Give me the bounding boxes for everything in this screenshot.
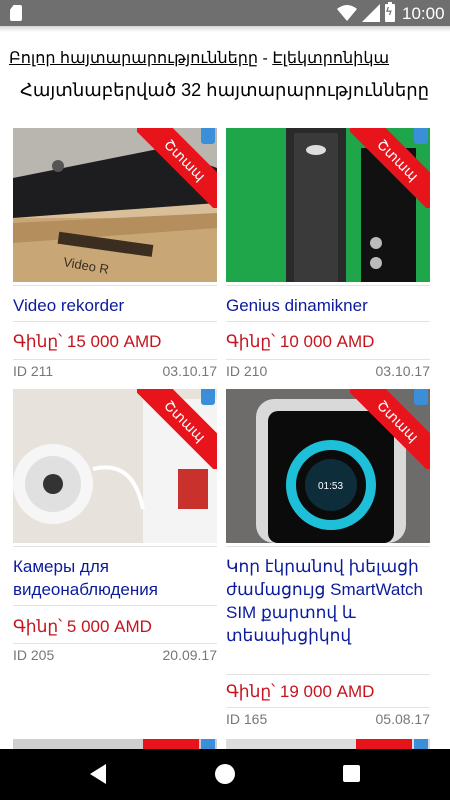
listing-grid: Video R Շտապ Video rekorder Գինը՝ 15 000…	[0, 0, 450, 800]
svg-text:01:53: 01:53	[318, 481, 343, 492]
listing-title[interactable]: Video rekorder	[13, 294, 217, 317]
listing-card[interactable]	[13, 739, 217, 749]
listing-card[interactable]: Շտապ Genius dinamikner Գինը՝ 10 000 AMD …	[226, 128, 430, 388]
listing-title[interactable]: Genius dinamikner	[226, 294, 430, 317]
recent-apps-icon[interactable]	[343, 765, 360, 782]
speaker-photo[interactable]: Շտապ	[226, 128, 430, 282]
urgent-ribbon: Շտապ	[137, 389, 217, 469]
listing-date: 03.10.17	[162, 363, 218, 379]
back-icon[interactable]	[90, 764, 106, 784]
smartwatch-photo[interactable]: 01:53 Շտապ	[226, 389, 430, 543]
listing-date: 05.08.17	[375, 711, 431, 727]
video-recorder-photo[interactable]: Video R Շտապ	[13, 128, 217, 282]
urgent-ribbon: Շտապ	[350, 128, 430, 208]
listing-price: Գինը՝ 5 000 AMD	[13, 617, 152, 636]
listing-title[interactable]: Կոր էկրանով խելացի ժամացույց SmartWatch …	[226, 555, 430, 647]
listing-card[interactable]: Շտապ Камеры для видеонаблюдения Գինը՝ 5 …	[13, 389, 217, 679]
listing-price: Գինը՝ 10 000 AMD	[226, 332, 375, 351]
listing-title[interactable]: Камеры для видеонаблюдения	[13, 555, 217, 601]
listing-card[interactable]: 01:53 Շտապ Կոր էկրանով խելացի ժամացույց …	[226, 389, 430, 734]
listing-date: 20.09.17	[162, 647, 218, 663]
listing-price: Գինը՝ 15 000 AMD	[13, 332, 162, 351]
urgent-ribbon: Շտապ	[137, 128, 217, 208]
listing-date: 03.10.17	[375, 363, 431, 379]
listing-price: Գինը՝ 19 000 AMD	[226, 682, 375, 701]
security-camera-photo[interactable]: Շտապ	[13, 389, 217, 543]
home-icon[interactable]	[215, 764, 235, 784]
listing-id: ID 205	[13, 647, 55, 663]
navigation-bar	[0, 749, 450, 800]
listing-id: ID 165	[226, 711, 268, 727]
listing-card[interactable]	[226, 739, 430, 749]
listing-id: ID 210	[226, 363, 268, 379]
urgent-ribbon: Շտապ	[350, 389, 430, 469]
listing-card[interactable]: Video R Շտապ Video rekorder Գինը՝ 15 000…	[13, 128, 217, 388]
listing-id: ID 211	[13, 363, 54, 379]
